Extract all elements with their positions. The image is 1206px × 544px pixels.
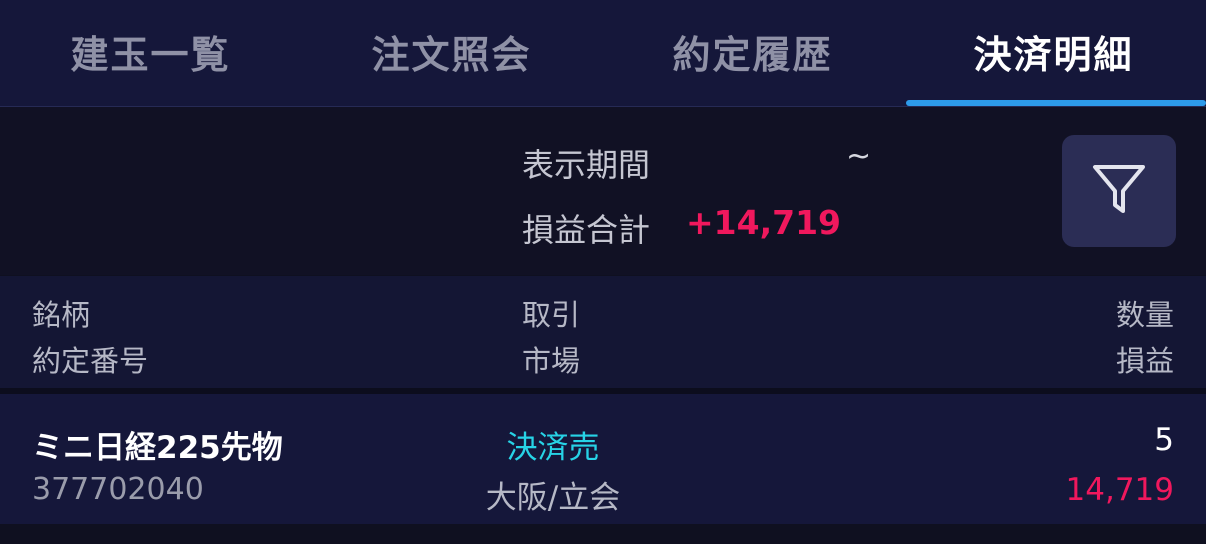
period-label: 表示期間 <box>522 146 651 184</box>
bottom-area <box>0 524 1206 544</box>
filter-button[interactable] <box>1062 135 1176 247</box>
column-header: 銘柄 約定番号 取引 市場 数量 損益 <box>0 276 1206 388</box>
period-separator: ~ <box>846 139 872 174</box>
column-contract-no: 約定番号 <box>32 344 149 378</box>
filter-icon <box>1089 159 1149 223</box>
tab-order-inquiry[interactable]: 注文照会 <box>301 24 602 79</box>
pl-total-label: 損益合計 <box>522 211 651 249</box>
row-quantity: 5 <box>1154 422 1174 458</box>
tab-settlement-details[interactable]: 決済明細 <box>903 24 1204 79</box>
row-market: 大阪/立会 <box>485 480 621 516</box>
row-pl: 14,719 <box>1065 472 1174 508</box>
tab-execution-history[interactable]: 約定履歴 <box>602 24 903 79</box>
column-symbol: 銘柄 <box>32 298 91 332</box>
column-pl: 損益 <box>1115 344 1174 378</box>
active-tab-indicator <box>906 100 1206 106</box>
summary-panel: 表示期間 ~ 損益合計 +14,719 <box>0 107 1206 275</box>
column-market: 市場 <box>522 344 581 378</box>
row-trade-type: 決済売 <box>506 430 600 466</box>
tab-bar: 建玉一覧 注文照会 約定履歴 決済明細 <box>0 0 1206 107</box>
column-quantity: 数量 <box>1115 298 1174 332</box>
table-row[interactable]: ミニ日経225先物 377702040 決済売 大阪/立会 5 14,719 <box>0 394 1206 524</box>
column-trade: 取引 <box>522 298 581 332</box>
tab-positions[interactable]: 建玉一覧 <box>0 24 301 79</box>
pl-total-value: +14,719 <box>686 203 841 242</box>
